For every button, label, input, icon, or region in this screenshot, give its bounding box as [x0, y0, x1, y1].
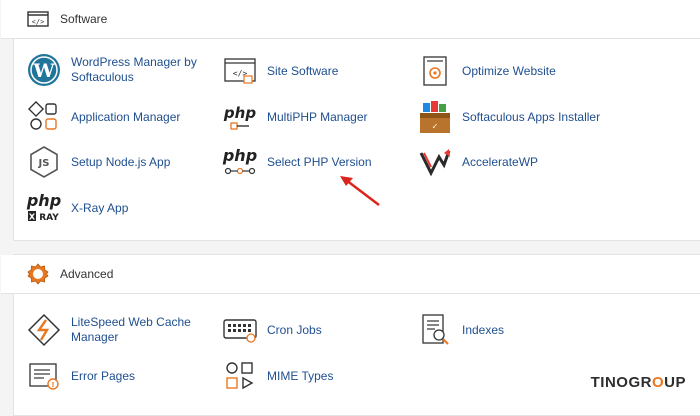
code-window-icon: </>: [27, 8, 49, 30]
item-label: MIME Types: [267, 368, 334, 383]
gear-document-icon: [417, 53, 453, 89]
app-grid-icon: [26, 99, 62, 135]
code-window-icon: </>: [222, 53, 258, 89]
item-label: Site Software: [267, 63, 339, 78]
xray-app-link[interactable]: php X RAY X-Ray App: [26, 190, 128, 226]
section-title: Advanced: [60, 267, 114, 281]
svg-text:php: php: [222, 146, 257, 165]
svg-text:JS: JS: [38, 158, 50, 169]
indexes-link[interactable]: Indexes: [417, 312, 504, 348]
svg-text:php: php: [223, 104, 256, 122]
item-label: Cron Jobs: [267, 322, 322, 337]
cron-jobs-link[interactable]: Cron Jobs: [222, 312, 322, 348]
php-xray-icon: php X RAY: [26, 190, 62, 226]
annotation-arrow: [340, 176, 380, 206]
litespeed-cache-link[interactable]: LiteSpeed Web Cache Manager: [26, 312, 196, 348]
mime-types-icon: [222, 358, 258, 394]
svg-text:✓: ✓: [432, 122, 439, 131]
item-label: WordPress Manager by Softaculous: [71, 55, 197, 84]
item-label: LiteSpeed Web Cache Manager: [71, 315, 191, 344]
acceleratewp-icon: [417, 144, 453, 180]
litespeed-icon: [26, 312, 62, 348]
site-software-link[interactable]: </> Site Software: [222, 53, 338, 89]
multiphp-manager-link[interactable]: php MultiPHP Manager: [222, 99, 368, 135]
application-manager-link[interactable]: Application Manager: [26, 99, 180, 135]
item-label: Softaculous Apps Installer: [462, 109, 601, 124]
softaculous-apps-installer-link[interactable]: ✓ Softaculous Apps Installer: [417, 99, 600, 135]
item-label: Select PHP Version: [267, 154, 372, 169]
php-icon: php: [222, 99, 258, 135]
svg-text:W: W: [32, 60, 55, 82]
svg-text:php: php: [26, 191, 61, 210]
advanced-header[interactable]: Advanced: [1, 255, 700, 294]
setup-nodejs-link[interactable]: JS Setup Node.js App: [26, 144, 170, 180]
svg-text:!: !: [51, 381, 54, 389]
svg-text:RAY: RAY: [39, 213, 59, 223]
svg-text:X: X: [29, 213, 36, 222]
wordpress-manager-link[interactable]: W WordPress Manager by Softaculous: [26, 52, 201, 88]
nodejs-icon: JS: [26, 144, 62, 180]
software-header[interactable]: </> Software: [1, 0, 700, 39]
softaculous-box-icon: ✓: [417, 99, 453, 135]
optimize-website-link[interactable]: Optimize Website: [417, 53, 556, 89]
section-title: Software: [60, 12, 108, 26]
item-label: X-Ray App: [71, 200, 129, 215]
item-label: MultiPHP Manager: [267, 109, 368, 124]
svg-text:</>: </>: [32, 18, 45, 26]
item-label: Indexes: [462, 322, 505, 337]
wordpress-icon: W: [26, 52, 62, 88]
acceleratewp-link[interactable]: AccelerateWP: [417, 144, 538, 180]
search-document-icon: [417, 312, 453, 348]
item-label: Error Pages: [71, 368, 136, 383]
item-label: Optimize Website: [462, 63, 556, 78]
error-pages-link[interactable]: ! Error Pages: [26, 358, 135, 394]
gear-icon: [27, 263, 49, 285]
item-label: Application Manager: [71, 109, 181, 124]
item-label: AccelerateWP: [462, 154, 539, 169]
error-page-icon: !: [26, 358, 62, 394]
item-label: Setup Node.js App: [71, 154, 171, 169]
mime-types-link[interactable]: MIME Types: [222, 358, 333, 394]
tinogroup-watermark: TINOGROUP: [590, 374, 686, 391]
keyboard-icon: [222, 312, 258, 348]
php-version-icon: php: [222, 144, 258, 180]
